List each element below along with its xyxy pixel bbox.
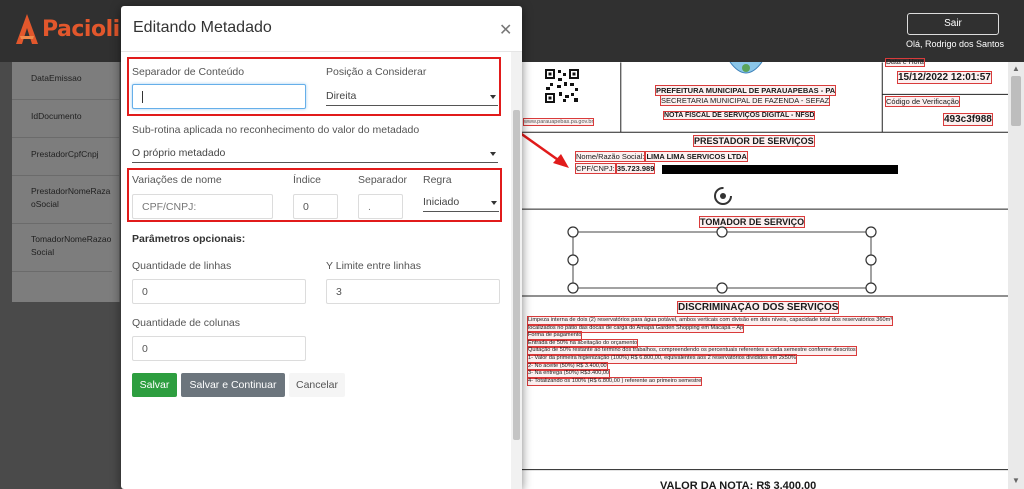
provider-section-title: PRESTADOR DE SERVIÇOS bbox=[693, 135, 815, 147]
chevron-down-icon bbox=[490, 152, 496, 156]
list-item: Entrada de 50% na aceitação do orçamento bbox=[526, 338, 639, 349]
app-logo[interactable]: Pacioli bbox=[14, 12, 120, 46]
list-item: 3- Na entrega (50%) R$3.400,00 bbox=[526, 369, 611, 379]
page-scrollbar[interactable]: ▲ ▼ bbox=[1008, 62, 1024, 489]
subroutine-select[interactable]: O próprio metadado bbox=[132, 145, 498, 163]
user-greeting: Olá, Rodrigo dos Santos bbox=[906, 39, 1005, 49]
list-item: 1- Valor da primeira higienização (100%)… bbox=[527, 354, 797, 364]
list-item: 4- Totalizando os 100% (R$ 6.800,00 ) re… bbox=[526, 376, 703, 387]
secretary-line: SECRETARIA MUNICIPAL DE FAZENDA - SEFAZ bbox=[659, 95, 831, 106]
list-item[interactable]: PrestadorCpfCnpj bbox=[12, 138, 119, 176]
app-name: Pacioli bbox=[42, 16, 120, 42]
cancel-button[interactable]: Cancelar bbox=[289, 373, 345, 397]
verify-label: Código de Verificação bbox=[885, 96, 960, 107]
date-label: Data e Hora bbox=[885, 58, 925, 67]
scroll-down-icon[interactable]: ▼ bbox=[1011, 476, 1021, 486]
edit-metadata-modal: Editando Metadado ✕ Separador de Conteúd… bbox=[121, 6, 522, 489]
list-item: Forma de pagamento bbox=[526, 331, 583, 341]
date-value: 15/12/2022 12:01:57 bbox=[897, 71, 992, 84]
subroutine-label: Sub-rotina aplicada no reconhecimento do… bbox=[132, 124, 420, 136]
list-item: Quitação de 50% restante ao termino dos … bbox=[527, 346, 857, 356]
save-button[interactable]: Salvar bbox=[132, 373, 177, 397]
y-limit-label: Y Limite entre linhas bbox=[326, 260, 421, 272]
metadata-list: DataEmissao IdDocumento PrestadorCpfCnpj… bbox=[12, 62, 120, 302]
annotation-box-separator bbox=[127, 57, 501, 116]
optional-params-heading: Parâmetros opcionais: bbox=[132, 233, 246, 245]
rotate-icon[interactable] bbox=[712, 185, 734, 207]
pacioli-logo-icon bbox=[14, 12, 40, 46]
line-count-input[interactable]: 0 bbox=[132, 279, 306, 304]
logout-button[interactable]: Sair bbox=[907, 13, 999, 35]
selection-box[interactable] bbox=[564, 226, 884, 294]
list-item[interactable]: PrestadorNomeRazaoSocial bbox=[12, 176, 112, 224]
qr-code-icon bbox=[544, 68, 580, 104]
nfse-title: NOTA FISCAL DE SERVIÇOS DIGITAL - NFSD bbox=[662, 111, 816, 120]
modal-scrollbar[interactable] bbox=[511, 52, 522, 489]
service-lines: Limpeza interna de dois (2) reservatório… bbox=[526, 316, 998, 387]
scroll-up-icon[interactable]: ▲ bbox=[1011, 64, 1021, 74]
document-preview: www.parauapebas.pa.gov.br PREFEITURA MUN… bbox=[514, 58, 1008, 489]
list-item[interactable]: TomadorNomeRazaoSocial bbox=[12, 224, 112, 272]
modal-scrollbar-thumb[interactable] bbox=[513, 110, 520, 440]
line-count-label: Quantidade de linhas bbox=[132, 260, 232, 272]
list-item: Limpeza interna de dois (2) reservatório… bbox=[526, 316, 894, 326]
modal-title: Editando Metadado bbox=[133, 19, 272, 36]
save-and-continue-button[interactable]: Salvar e Continuar bbox=[181, 373, 285, 397]
city-crest-icon bbox=[729, 62, 763, 74]
column-count-label: Quantidade de colunas bbox=[132, 317, 240, 329]
scrollbar-thumb[interactable] bbox=[1011, 76, 1021, 126]
services-section-title: DISCRIMINAÇÃO DOS SERVIÇOS bbox=[676, 301, 840, 314]
provider-name-row: Nome/Razão Social: LIMA LIMA SERVICOS LT… bbox=[574, 151, 748, 162]
city-header: PREFEITURA MUNICIPAL DE PARAUAPEBAS - PA bbox=[654, 85, 837, 96]
list-item: localizados no pátio das docas de carga … bbox=[526, 323, 745, 334]
close-icon[interactable]: ✕ bbox=[499, 20, 512, 40]
total-label: VALOR DA NOTA: R$ 3.400,00 bbox=[660, 480, 817, 489]
list-item[interactable]: IdDocumento bbox=[12, 100, 119, 138]
provider-doc-row: CPF/CNPJ: 35.723.989 bbox=[575, 163, 656, 174]
column-count-input[interactable]: 0 bbox=[132, 336, 306, 361]
annotation-box-name-variations bbox=[127, 168, 502, 222]
modal-header: Editando Metadado ✕ bbox=[121, 6, 522, 52]
list-item: 2- No aceite (50%) R$ 3.400,00 bbox=[527, 361, 608, 372]
redacted-bar bbox=[662, 165, 898, 174]
verify-value: 493c3f988 bbox=[943, 113, 993, 126]
list-item[interactable]: DataEmissao bbox=[12, 62, 119, 100]
y-limit-input[interactable]: 3 bbox=[326, 279, 500, 304]
